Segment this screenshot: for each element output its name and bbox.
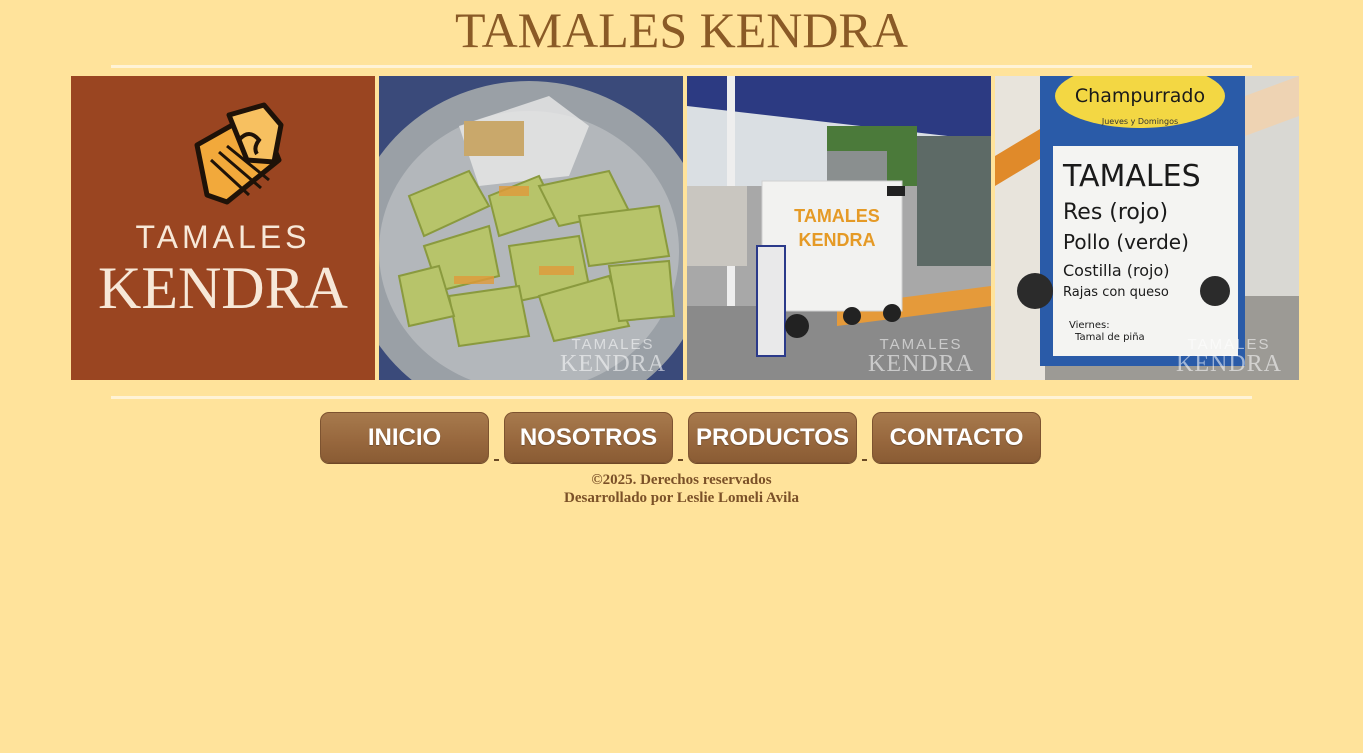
tamales-tray-photo: TAMALES KENDRA xyxy=(379,76,683,380)
watermark: TAMALES KENDRA xyxy=(868,336,974,377)
food-cart-photo: TAMALES KENDRA TAMALES KENDRA xyxy=(687,76,991,380)
footer-credit: Desarrollado por Leslie Lomeli Avila xyxy=(564,490,799,506)
watermark: TAMALES KENDRA xyxy=(1176,336,1282,377)
menu-board-note: Viernes: xyxy=(1069,320,1110,331)
nav-contacto-button[interactable]: CONTACTO xyxy=(872,412,1041,463)
nav-inicio-button[interactable]: INICIO xyxy=(320,412,489,463)
menu-board-item: Costilla (rojo) xyxy=(1063,261,1170,280)
nav-productos-button[interactable]: PRODUCTOS xyxy=(688,412,857,463)
nav-nosotros-button[interactable]: NOSOTROS xyxy=(504,412,673,463)
menu-board-subheader: Jueves y Domingos xyxy=(1101,117,1178,126)
site-title: TAMALES KENDRA xyxy=(455,2,908,58)
cart-sign-line2: KENDRA xyxy=(798,230,875,250)
menu-board-header: Champurrado xyxy=(1075,85,1205,107)
menu-board-item: Res (rojo) xyxy=(1063,200,1168,225)
nav-separator xyxy=(494,459,499,461)
nav-separator xyxy=(862,459,867,461)
menu-board-item: Pollo (verde) xyxy=(1063,230,1189,254)
footer: ©2025. Derechos reservados Desarrollado … xyxy=(0,471,1363,507)
menu-board-title: TAMALES xyxy=(1062,159,1201,194)
top-divider xyxy=(111,65,1252,68)
menu-board-note: Tamal de piña xyxy=(1074,332,1145,343)
photo-gallery: TAMALES KENDRA TAMALES KENDRA TAMALES KE… xyxy=(71,76,1299,380)
watermark: TAMALES KENDRA xyxy=(560,336,666,377)
logo-image: TAMALES KENDRA xyxy=(71,76,375,380)
bottom-divider xyxy=(111,396,1252,399)
logo-text-top: TAMALES xyxy=(136,219,311,255)
cart-sign-line1: TAMALES xyxy=(794,206,880,226)
main-nav: INICIO NOSOTROS PRODUCTOS CONTACTO xyxy=(320,412,1041,467)
menu-board-item: Rajas con queso xyxy=(1063,285,1169,300)
nav-separator xyxy=(678,459,683,461)
menu-board-photo: Champurrado Jueves y Domingos TAMALES Re… xyxy=(995,76,1299,380)
footer-copyright: ©2025. Derechos reservados xyxy=(591,472,772,488)
logo-text-bottom: KENDRA xyxy=(98,255,348,321)
